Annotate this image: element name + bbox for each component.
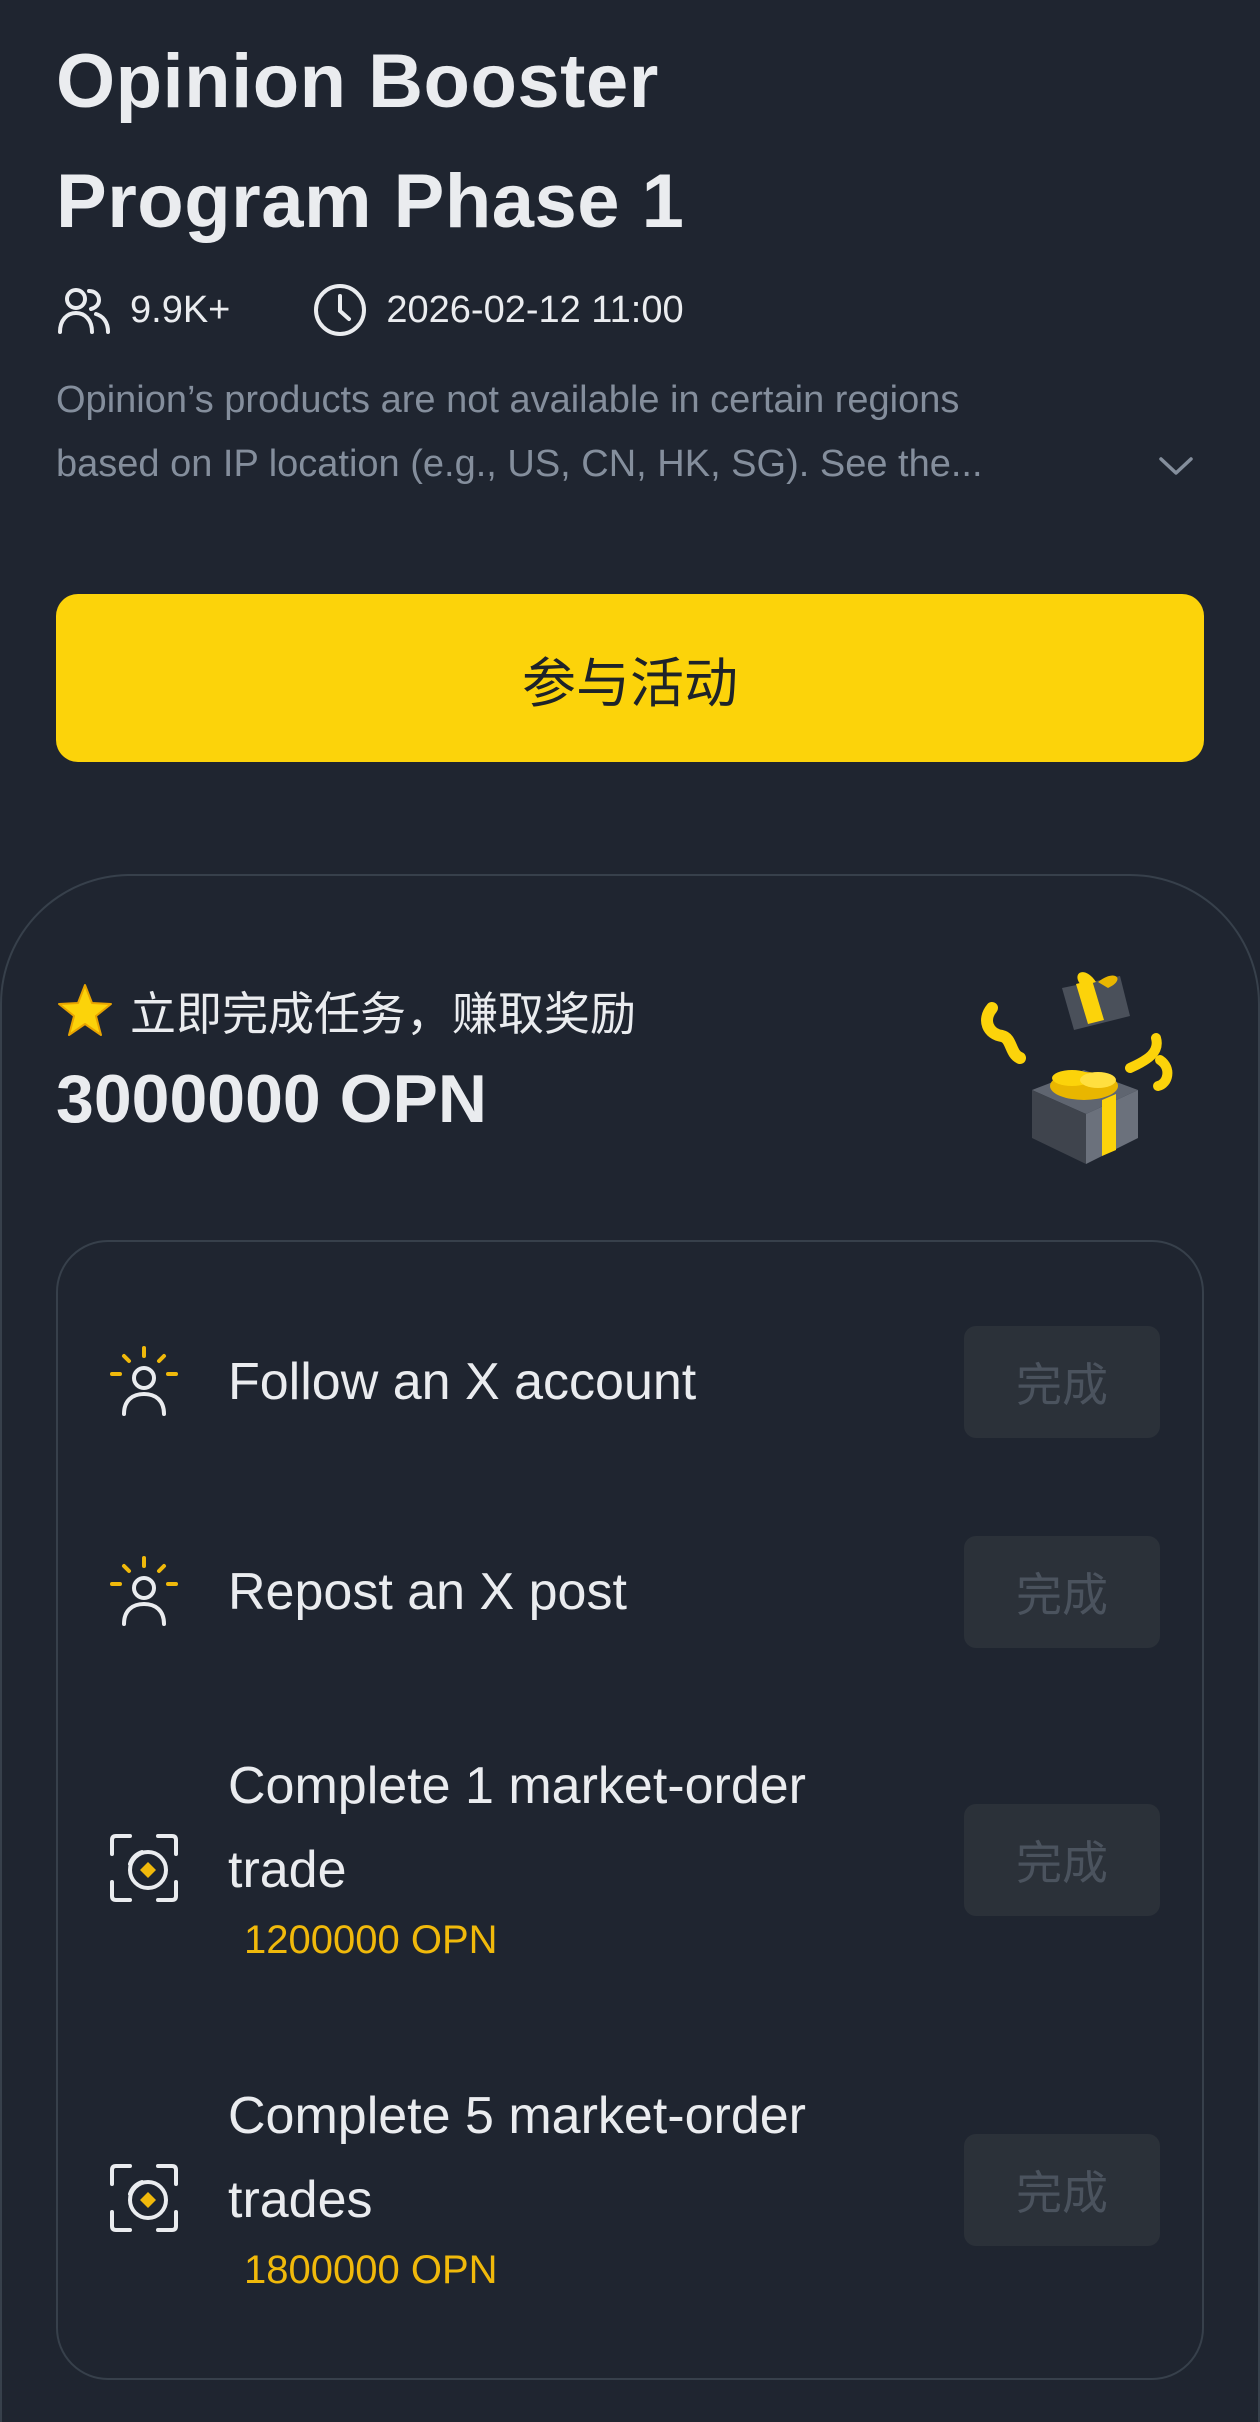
star-icon bbox=[58, 984, 112, 1036]
task-title: Follow an X account bbox=[228, 1353, 697, 1411]
expand-notice-button[interactable] bbox=[1154, 444, 1198, 488]
page-title: Opinion Booster Program Phase 1 bbox=[56, 22, 1156, 262]
participants-count: 9.9K+ bbox=[56, 282, 230, 338]
person-sparkle-icon bbox=[110, 1556, 178, 1626]
notice-line-1: Opinion’s products are not available in … bbox=[56, 379, 960, 421]
users-icon bbox=[58, 288, 110, 334]
task-title-line-1: Complete 5 market-order bbox=[228, 2087, 806, 2145]
task-title-line-2: trades bbox=[228, 2171, 373, 2229]
task-title: Complete 1 market-order trade 1200000 OP… bbox=[228, 1744, 948, 1968]
gift-box-icon bbox=[981, 972, 1173, 1164]
title-line-2: Program Phase 1 bbox=[56, 159, 685, 244]
task-title-line-2: trade bbox=[228, 1841, 347, 1899]
task-title: Repost an X post bbox=[228, 1563, 627, 1621]
reward-total-amount: 3000000 OPN bbox=[56, 1061, 487, 1137]
chevron-down-icon bbox=[1159, 457, 1193, 475]
task-complete-button[interactable]: 完成 bbox=[964, 2134, 1160, 2246]
campaign-page: Opinion Booster Program Phase 1 9.9K+ 20… bbox=[0, 0, 1260, 2422]
task-item-follow: Follow an X account 完成 bbox=[58, 1322, 1206, 1442]
trade-scan-icon bbox=[110, 2164, 178, 2232]
task-complete-button[interactable]: 完成 bbox=[964, 1536, 1160, 1648]
task-reward: 1200000 OPN bbox=[244, 1918, 498, 1962]
task-title-line-1: Complete 1 market-order bbox=[228, 1757, 806, 1815]
clock-icon bbox=[314, 284, 367, 336]
task-item-repost: Repost an X post 完成 bbox=[58, 1532, 1206, 1652]
notice-line-2: based on IP location (e.g., US, CN, HK, … bbox=[56, 443, 983, 485]
title-line-1: Opinion Booster bbox=[56, 39, 659, 124]
reward-subtitle: 立即完成任务，赚取奖励 bbox=[56, 976, 636, 1046]
task-reward: 1800000 OPN bbox=[244, 2248, 498, 2292]
person-sparkle-icon bbox=[110, 1346, 178, 1416]
campaign-meta: 9.9K+ 2026-02-12 11:00 bbox=[56, 276, 684, 344]
task-title: Complete 5 market-order trades 1800000 O… bbox=[228, 2074, 948, 2298]
task-complete-button[interactable]: 完成 bbox=[964, 1804, 1160, 1916]
end-time-value: 2026-02-12 11:00 bbox=[386, 288, 684, 331]
join-activity-button[interactable]: 参与活动 bbox=[56, 594, 1204, 762]
task-item-trade-5: Complete 5 market-order trades 1800000 O… bbox=[58, 2074, 1206, 2314]
reward-subtitle-text: 立即完成任务，赚取奖励 bbox=[130, 988, 636, 1040]
trade-scan-icon bbox=[110, 1834, 178, 1902]
region-notice: Opinion’s products are not available in … bbox=[56, 368, 1066, 496]
end-time: 2026-02-12 11:00 bbox=[312, 282, 684, 338]
participants-value: 9.9K+ bbox=[130, 288, 231, 331]
task-list: Follow an X account 完成 Repost an X post … bbox=[56, 1240, 1204, 2380]
task-item-trade-1: Complete 1 market-order trade 1200000 OP… bbox=[58, 1744, 1206, 1984]
task-complete-button[interactable]: 完成 bbox=[964, 1326, 1160, 1438]
